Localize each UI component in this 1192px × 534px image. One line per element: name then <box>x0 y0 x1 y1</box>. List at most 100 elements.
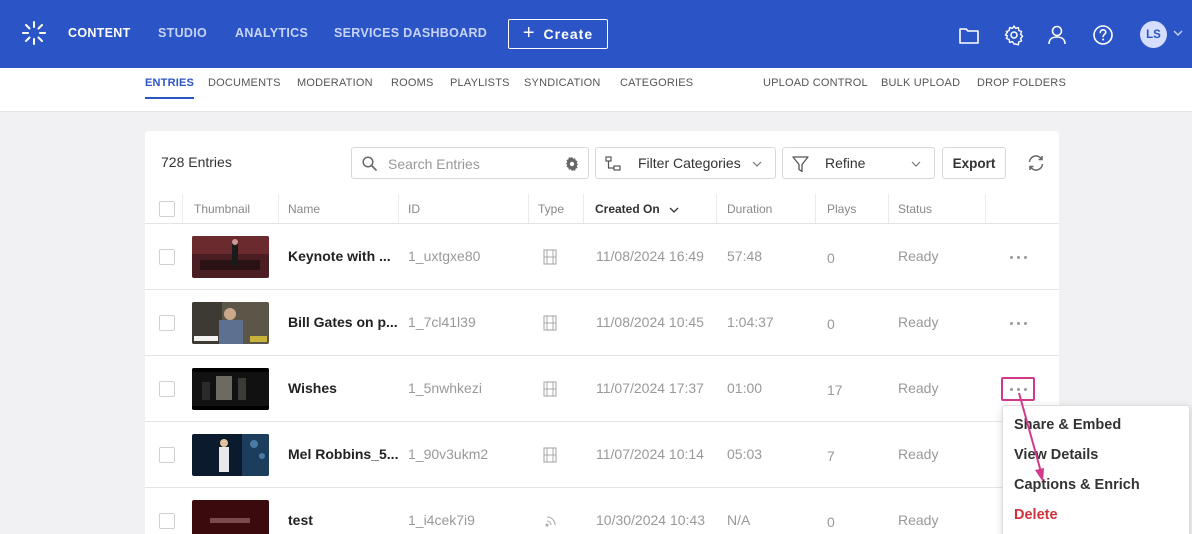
menu-item-captions-enrich[interactable]: Captions & Enrich <box>1014 477 1140 493</box>
column-divider <box>182 194 183 223</box>
search-box[interactable] <box>351 147 589 179</box>
topnav-content[interactable]: CONTENT <box>68 26 131 40</box>
more-actions-button[interactable] <box>1001 245 1035 269</box>
table-row[interactable]: Keynote with ... 1_uxtgxe80 11/08/2024 1… <box>145 224 1059 290</box>
entry-created-on: 10/30/2024 10:43 <box>596 512 705 528</box>
tab-playlists[interactable]: PLAYLISTS <box>450 77 510 97</box>
entry-actions-menu: Share & Embed View Details Captions & En… <box>1002 405 1190 534</box>
row-checkbox[interactable] <box>159 447 175 463</box>
filter-categories-label: Filter Categories <box>638 155 741 171</box>
table-header: Thumbnail Name ID Type Created On Durati… <box>145 194 1059 224</box>
entry-thumbnail[interactable] <box>192 434 269 476</box>
entry-duration: 05:03 <box>727 446 763 462</box>
refine-dropdown[interactable]: Refine <box>782 147 935 179</box>
video-icon <box>543 381 557 397</box>
column-divider <box>583 194 584 223</box>
table-row[interactable]: test 1_i4cek7i9 10/30/2024 10:43 N/A 0 R… <box>145 488 1059 534</box>
column-header-plays[interactable]: Plays <box>827 202 856 216</box>
kaltura-logo-icon[interactable] <box>22 21 46 45</box>
entry-created-on: 11/07/2024 17:37 <box>596 380 704 396</box>
chevron-down-icon[interactable] <box>1172 27 1184 39</box>
filter-funnel-icon <box>792 156 809 173</box>
thumbnail-image <box>192 500 269 534</box>
column-divider <box>398 194 399 223</box>
refresh-icon[interactable] <box>1026 153 1046 173</box>
column-header-created-on[interactable]: Created On <box>595 202 660 216</box>
search-icon <box>362 156 377 171</box>
thumbnail-image <box>192 302 269 344</box>
user-icon[interactable] <box>1046 24 1068 46</box>
row-checkbox[interactable] <box>159 315 175 331</box>
column-header-type[interactable]: Type <box>538 202 564 216</box>
avatar[interactable]: LS <box>1140 21 1167 48</box>
thumbnail-image <box>192 368 269 410</box>
tab-bulk-upload[interactable]: BULK UPLOAD <box>881 77 960 97</box>
topnav-studio[interactable]: STUDIO <box>158 26 207 40</box>
menu-item-view-details[interactable]: View Details <box>1014 447 1098 463</box>
content-sub-navigation: ENTRIES DOCUMENTS MODERATION ROOMS PLAYL… <box>0 68 1192 112</box>
select-all-checkbox[interactable] <box>159 201 175 217</box>
entry-plays: 0 <box>827 514 835 530</box>
tab-entries[interactable]: ENTRIES <box>145 77 195 99</box>
entry-plays: 17 <box>827 382 843 398</box>
menu-item-share-embed[interactable]: Share & Embed <box>1014 417 1121 433</box>
column-divider <box>815 194 816 223</box>
entry-duration: 01:00 <box>727 380 763 396</box>
topnav-services-dashboard[interactable]: SERVICES DASHBOARD <box>334 26 487 40</box>
row-checkbox[interactable] <box>159 513 175 529</box>
tab-upload-control[interactable]: UPLOAD CONTROL <box>763 77 868 97</box>
column-header-status[interactable]: Status <box>898 202 932 216</box>
top-navigation-bar: CONTENT STUDIO ANALYTICS SERVICES DASHBO… <box>0 0 1192 68</box>
column-header-id[interactable]: ID <box>408 202 420 216</box>
more-actions-button-highlighted[interactable] <box>1001 377 1035 401</box>
sort-descending-icon <box>669 207 679 213</box>
entry-thumbnail[interactable] <box>192 236 269 278</box>
entry-status: Ready <box>898 380 939 396</box>
column-header-duration[interactable]: Duration <box>727 202 772 216</box>
entry-name[interactable]: Mel Robbins_5... <box>288 446 398 462</box>
search-input[interactable] <box>388 154 548 174</box>
create-button[interactable]: + Create <box>508 19 608 49</box>
gear-icon[interactable] <box>1003 24 1025 46</box>
entry-id: 1_90v3ukm2 <box>408 446 489 462</box>
table-row[interactable]: Wishes 1_5nwhkezi 11/07/2024 17:37 01:00… <box>145 356 1059 422</box>
more-actions-button[interactable] <box>1001 311 1035 335</box>
column-header-name[interactable]: Name <box>288 202 320 216</box>
entry-created-on: 11/08/2024 16:49 <box>596 248 704 264</box>
menu-item-delete[interactable]: Delete <box>1014 507 1058 523</box>
entry-thumbnail[interactable] <box>192 302 269 344</box>
row-checkbox[interactable] <box>159 381 175 397</box>
table-row[interactable]: Mel Robbins_5... 1_90v3ukm2 11/07/2024 1… <box>145 422 1059 488</box>
video-icon <box>543 447 557 463</box>
export-button[interactable]: Export <box>942 147 1006 179</box>
column-divider <box>985 194 986 223</box>
help-icon[interactable] <box>1092 24 1114 46</box>
entry-duration: 57:48 <box>727 248 763 264</box>
tab-syndication[interactable]: SYNDICATION <box>524 77 601 97</box>
row-checkbox[interactable] <box>159 249 175 265</box>
entry-id: 1_uxtgxe80 <box>408 248 481 264</box>
table-row[interactable]: Bill Gates on p... 1_7cl41l39 11/08/2024… <box>145 290 1059 356</box>
thumbnail-image <box>192 236 269 278</box>
filter-categories-dropdown[interactable]: Filter Categories <box>595 147 776 179</box>
tab-rooms[interactable]: ROOMS <box>391 77 434 97</box>
entry-status: Ready <box>898 446 939 462</box>
entry-id: 1_i4cek7i9 <box>408 512 475 528</box>
entry-name[interactable]: Bill Gates on p... <box>288 314 398 330</box>
tab-categories[interactable]: CATEGORIES <box>620 77 693 97</box>
entry-thumbnail[interactable] <box>192 368 269 410</box>
entry-name[interactable]: Keynote with ... <box>288 248 391 264</box>
entry-name[interactable]: test <box>288 512 313 528</box>
tab-moderation[interactable]: MODERATION <box>297 77 373 97</box>
entry-name[interactable]: Wishes <box>288 380 337 396</box>
topnav-analytics[interactable]: ANALYTICS <box>235 26 308 40</box>
search-settings-gear-icon[interactable] <box>564 156 580 172</box>
video-icon <box>543 315 557 331</box>
tab-drop-folders[interactable]: DROP FOLDERS <box>977 77 1066 97</box>
chevron-down-icon <box>911 161 921 167</box>
entries-panel: 728 Entries Filter Categories Refine <box>145 131 1059 534</box>
tab-documents[interactable]: DOCUMENTS <box>208 77 281 97</box>
entry-plays: 0 <box>827 250 835 266</box>
entry-thumbnail[interactable] <box>192 500 269 534</box>
folder-icon[interactable] <box>958 24 980 46</box>
